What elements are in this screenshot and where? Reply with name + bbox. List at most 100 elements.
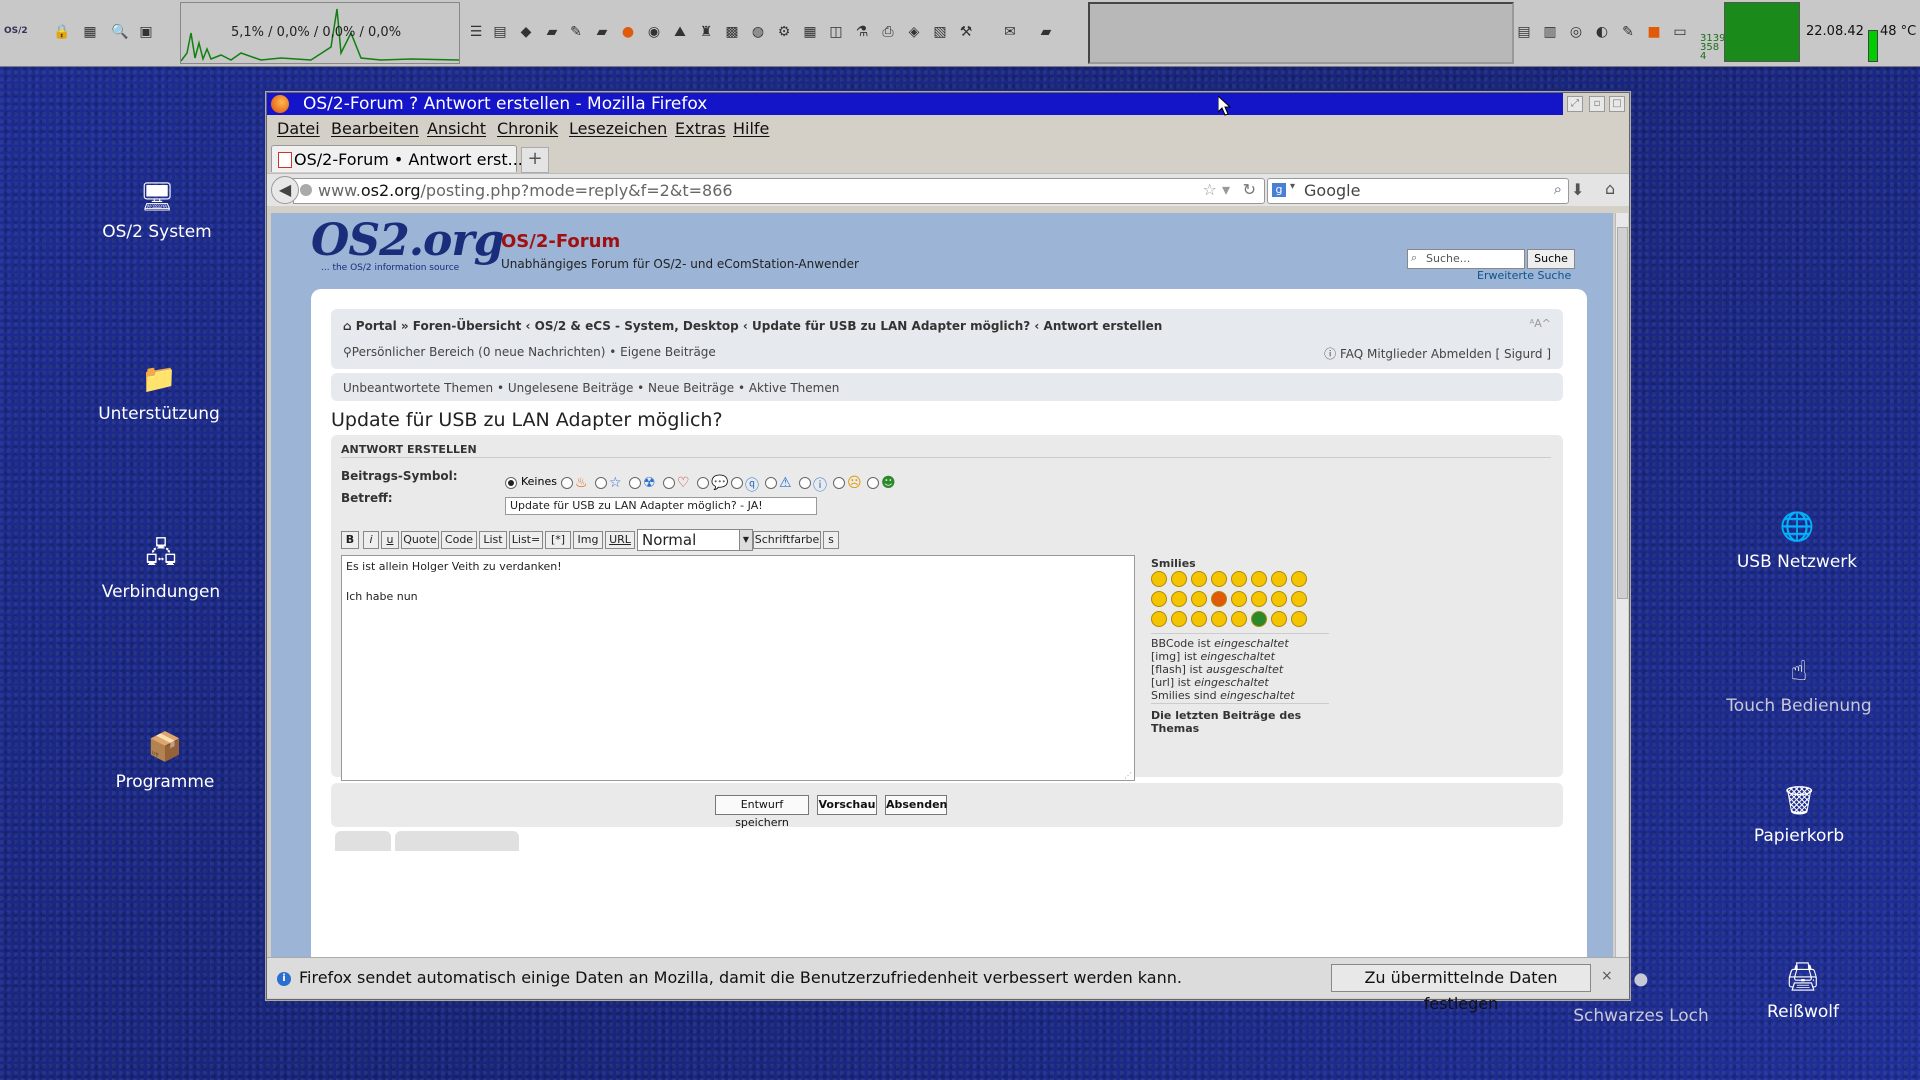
list-button[interactable]: List (479, 531, 507, 549)
smiley-icon[interactable] (1231, 571, 1247, 587)
menu-chronik[interactable]: Chronik (497, 119, 558, 138)
forum-search-input[interactable]: ⌕ Suche... (1407, 249, 1525, 269)
app-icon-11[interactable]: ◈ (904, 22, 924, 42)
bookmark-star-icon[interactable]: ☆ ▾ (1203, 180, 1230, 199)
options-tab-2[interactable] (395, 831, 519, 851)
minimize-button[interactable]: ▫ (1589, 96, 1605, 112)
app-icon-5[interactable]: ▩ (722, 22, 742, 42)
drive-icon[interactable]: ▤ (490, 22, 510, 42)
app-icon-4[interactable]: ♜ (696, 22, 716, 42)
hide-button[interactable]: ⤢ (1567, 96, 1583, 112)
page-title[interactable]: Update für USB zu LAN Adapter möglich? (331, 409, 723, 431)
menu-hilfe[interactable]: Hilfe (733, 119, 769, 138)
scrollbar-thumb[interactable] (1617, 227, 1628, 599)
icon-radio-radioactive[interactable] (629, 477, 641, 489)
smiley-icon[interactable] (1151, 571, 1167, 587)
icon-radio-star[interactable] (595, 477, 607, 489)
app-icon-14[interactable]: ✉ (1000, 22, 1020, 42)
site-identity-icon[interactable] (300, 184, 312, 196)
tray-icon-6[interactable]: ■ (1644, 22, 1664, 42)
options-tab-1[interactable] (335, 831, 391, 851)
app-icon-8[interactable]: ▦ (800, 22, 820, 42)
url-button[interactable]: URL (605, 531, 635, 549)
app-icon-15[interactable]: ▰ (1036, 22, 1056, 42)
underline-button[interactable]: u (381, 531, 399, 549)
new-tab-button[interactable]: + (521, 147, 549, 173)
clock[interactable]: 22.08.42 (1806, 24, 1864, 39)
breadcrumb[interactable]: ⌂ Portal » Foren-Übersicht ‹ OS/2 & eCS … (343, 319, 1162, 333)
list-icon[interactable]: ☰ (466, 22, 486, 42)
smiley-icon[interactable] (1211, 571, 1227, 587)
quick-links-text[interactable]: Unbeantwortete Themen • Ungelesene Beitr… (343, 381, 839, 395)
reload-icon[interactable]: ↻ (1243, 180, 1256, 199)
last-posts-link[interactable]: Die letzten Beiträge des Themas (1151, 709, 1331, 735)
download-icon[interactable]: ⬇ (1571, 180, 1584, 199)
smiley-icon[interactable] (1211, 611, 1227, 627)
smiley-icon[interactable] (1191, 611, 1207, 627)
smiley-icon[interactable] (1231, 591, 1247, 607)
firefox-icon[interactable] (271, 95, 289, 113)
tray-icon-2[interactable]: ▥ (1540, 22, 1560, 42)
engine-dropdown-icon[interactable]: ▾ (1290, 181, 1295, 192)
browser-tab[interactable]: OS/2-Forum • Antwort erst... (271, 145, 523, 172)
app-icon-13[interactable]: ⚒ (956, 22, 976, 42)
font-size-select[interactable]: Normal ▼ (637, 529, 753, 551)
desktop-icon-usb-network[interactable]: 🌐 USB Netzwerk (1722, 506, 1872, 573)
desktop-icon-os2-system[interactable]: 🖥 OS/2 System (82, 176, 232, 243)
icon-radio-heart[interactable] (663, 477, 675, 489)
cube-icon[interactable]: ▦ (80, 22, 100, 42)
lock-icon[interactable]: 🔒 (52, 22, 72, 42)
smiley-icon[interactable] (1291, 571, 1307, 587)
desktop-icon-connections[interactable]: 🖧 Verbindungen (86, 536, 236, 602)
smiley-icon[interactable] (1211, 591, 1227, 607)
search-bar[interactable]: g ▾ Google ⌕ (1267, 178, 1569, 204)
breadcrumb-text[interactable]: Portal » Foren-Übersicht ‹ OS/2 & eCS - … (356, 319, 1162, 333)
font-color-button[interactable]: Schriftfarbe (753, 531, 821, 549)
desktop-icon-touch[interactable]: ☝ Touch Bedienung (1724, 650, 1874, 717)
preview-button[interactable]: Vorschau (817, 795, 877, 815)
url-bar[interactable]: www.os2.org/posting.php?mode=reply&f=2&t… (293, 178, 1265, 204)
firefox-icon[interactable]: ● (618, 22, 638, 42)
subject-input[interactable]: Update für USB zu LAN Adapter möglich? -… (505, 497, 817, 515)
smiley-icon[interactable] (1151, 591, 1167, 607)
s-button[interactable]: s (823, 531, 839, 549)
message-textarea[interactable]: Es ist allein Holger Veith zu verdanken!… (341, 555, 1135, 781)
list-item-button[interactable]: [*] (545, 531, 571, 549)
smiley-icon[interactable] (1251, 591, 1267, 607)
font-size-toggle[interactable]: ᴬA^ (1530, 317, 1551, 330)
desktop-icon-support[interactable]: 📁 Unterstützung (84, 358, 234, 425)
vertical-scrollbar[interactable] (1615, 213, 1628, 957)
tray-icon-1[interactable]: ▤ (1514, 22, 1534, 42)
folder-icon[interactable]: ▰ (542, 22, 562, 42)
smiley-icon[interactable] (1151, 611, 1167, 627)
app-icon-1[interactable]: ◆ (516, 22, 536, 42)
icon-radio-speech[interactable] (697, 477, 709, 489)
smiley-icon[interactable] (1171, 591, 1187, 607)
back-button[interactable]: ◀ (271, 176, 299, 204)
icon-radio-sad[interactable] (833, 477, 845, 489)
menu-ansicht[interactable]: Ansicht (427, 119, 486, 138)
smiley-icon[interactable] (1191, 571, 1207, 587)
smiley-icon[interactable] (1271, 611, 1287, 627)
smiley-icon[interactable] (1231, 611, 1247, 627)
desktop-icon-programs[interactable]: 📦 Programme (90, 726, 240, 793)
search-icon[interactable]: ⌕ (1554, 180, 1562, 198)
icon-radio-fire[interactable] (561, 477, 573, 489)
tray-icon-7[interactable]: ▭ (1670, 22, 1690, 42)
app-icon-10[interactable]: ⚗ (852, 22, 872, 42)
monitor-icon[interactable]: ▣ (136, 22, 156, 42)
panel-logo[interactable]: OS/2 (4, 26, 28, 36)
icon-radio-grin[interactable] (867, 477, 879, 489)
smiley-icon[interactable] (1291, 611, 1307, 627)
tray-icon-3[interactable]: ◎ (1566, 22, 1586, 42)
icon-radio-info[interactable] (799, 477, 811, 489)
google-engine-icon[interactable]: g (1272, 183, 1286, 197)
user-links-text[interactable]: FAQ Mitglieder Abmelden [ Sigurd ] (1340, 347, 1551, 361)
smiley-icon[interactable] (1251, 611, 1267, 627)
icon-radio-question[interactable] (731, 477, 743, 489)
smiley-icon[interactable] (1271, 591, 1287, 607)
app-icon-12[interactable]: ▧ (930, 22, 950, 42)
app-icon-9[interactable]: ◫ (826, 22, 846, 42)
smiley-icon[interactable] (1171, 611, 1187, 627)
user-links-right[interactable]: ⓘ FAQ Mitglieder Abmelden [ Sigurd ] (1324, 345, 1551, 362)
